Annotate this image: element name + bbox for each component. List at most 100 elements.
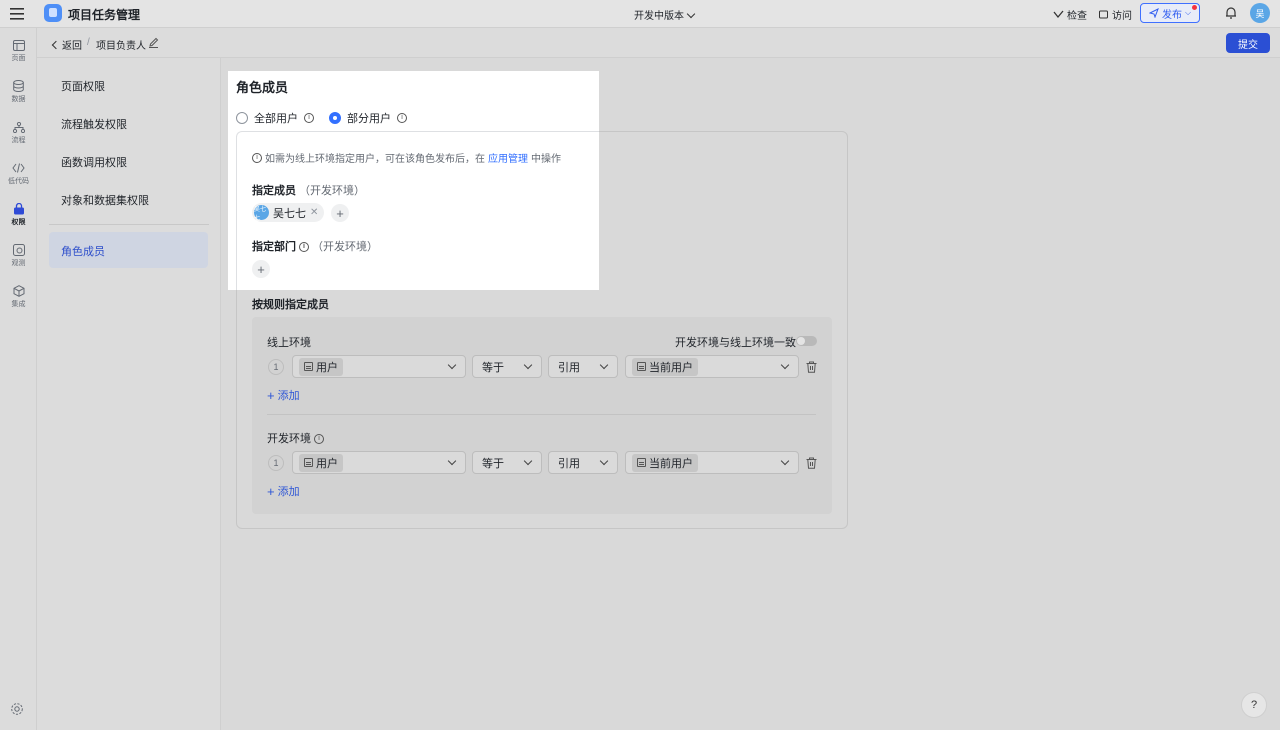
flow-icon xyxy=(12,120,26,134)
add-rule-dev-button[interactable]: + 添加 xyxy=(267,483,300,499)
info-icon: i xyxy=(252,152,262,163)
info-icon: i xyxy=(304,113,314,123)
plus-icon: + xyxy=(267,483,275,499)
role-name: 项目负责人 xyxy=(96,41,146,52)
table-icon xyxy=(637,458,646,467)
avatar[interactable]: 吴 xyxy=(1250,3,1270,23)
gear-icon[interactable] xyxy=(10,702,24,716)
chevron-down-icon xyxy=(523,360,533,370)
ref-value: 引用 xyxy=(558,457,580,470)
top-bar: 项目任务管理 开发中版本 检查 访问 发布 ⌵ 吴 xyxy=(0,0,1280,28)
edit-icon[interactable] xyxy=(148,37,159,48)
app-title: 项目任务管理 xyxy=(68,8,141,22)
value-select[interactable]: 当前用户 xyxy=(625,355,799,378)
radio-all-users[interactable]: 全部用户 i xyxy=(236,110,314,126)
info-icon: i xyxy=(314,434,324,445)
rule-index: 1 xyxy=(268,455,284,471)
chevron-down-icon xyxy=(780,456,790,466)
rail-label: 低代码 xyxy=(8,178,29,185)
radio-partial-users[interactable]: 部分用户 i xyxy=(329,110,407,126)
operator-value: 等于 xyxy=(482,457,504,470)
hint-suffix: 中操作 xyxy=(531,154,561,165)
rail-item-data[interactable]: 数据 xyxy=(0,79,37,115)
chevron-down-icon xyxy=(523,456,533,466)
value-text: 当前用户 xyxy=(649,457,693,470)
nav-item-role-members[interactable]: 角色成员 xyxy=(49,232,208,268)
nav-item-page-permission[interactable]: 页面权限 xyxy=(61,78,105,94)
database-icon xyxy=(12,79,26,93)
add-member-button[interactable]: + xyxy=(331,204,349,222)
add-department-button[interactable]: + xyxy=(252,260,270,278)
radio-circle-selected xyxy=(329,112,341,124)
plus-icon: + xyxy=(257,261,265,277)
role-members-panel: 角色成员 全部用户 i 部分用户 i i 如需为线上环境指定用户，可在该角色发布… xyxy=(228,71,599,290)
rail-label: 数据 xyxy=(11,96,26,103)
radio-label: 全部用户 xyxy=(254,113,298,125)
add-label: 添加 xyxy=(277,486,300,498)
rail-item-page[interactable]: 页面 xyxy=(0,38,37,74)
lock-icon xyxy=(12,202,26,216)
rail-item-integration[interactable]: 集成 xyxy=(0,284,37,320)
nav-item-object-permission[interactable]: 对象和数据集权限 xyxy=(61,192,149,208)
avatar: 吴七七 xyxy=(254,205,269,222)
nav-item-label: 角色成员 xyxy=(61,246,105,258)
dept-env: （开发环境） xyxy=(312,241,378,253)
members-label: 指定成员 （开发环境） xyxy=(252,182,365,198)
dev-env-label: 开发环境 i xyxy=(267,430,324,446)
version-dropdown[interactable]: 开发中版本 xyxy=(634,7,696,22)
nav-divider xyxy=(49,224,209,225)
back-button[interactable]: 返回 xyxy=(51,37,82,52)
breadcrumb-separator: / xyxy=(87,37,90,48)
bell-icon[interactable] xyxy=(1224,6,1238,20)
rail-item-lowcode[interactable]: 低代码 xyxy=(0,161,37,197)
ref-select[interactable]: 引用 xyxy=(548,451,618,474)
plus-icon: + xyxy=(336,205,344,221)
rail-label: 观测 xyxy=(11,260,26,267)
add-rule-online-button[interactable]: + 添加 xyxy=(267,387,300,403)
nav-item-flow-permission[interactable]: 流程触发权限 xyxy=(61,116,127,132)
chevron-down-icon: ⌵ xyxy=(1184,8,1192,17)
close-icon[interactable]: ✕ xyxy=(310,207,318,218)
visit-button[interactable]: 访问 xyxy=(1098,7,1132,22)
field-select[interactable]: 用户 xyxy=(292,451,466,474)
submit-button[interactable]: 提交 xyxy=(1226,33,1270,53)
rail-item-permission[interactable]: 权限 xyxy=(0,202,37,238)
rule-title: 按规则指定成员 xyxy=(252,299,329,311)
rule-divider xyxy=(267,414,816,415)
permission-nav: 页面权限 流程触发权限 函数调用权限 对象和数据集权限 角色成员 xyxy=(37,58,221,730)
rail-item-flow[interactable]: 流程 xyxy=(0,120,37,156)
rail-label: 页面 xyxy=(11,55,26,62)
check-button[interactable]: 检查 xyxy=(1053,7,1087,22)
field-select[interactable]: 用户 xyxy=(292,355,466,378)
app-management-link[interactable]: 应用管理 xyxy=(488,150,528,165)
operator-select[interactable]: 等于 xyxy=(472,355,542,378)
ref-select[interactable]: 引用 xyxy=(548,355,618,378)
check-icon xyxy=(1053,10,1064,19)
rail-label: 流程 xyxy=(11,137,26,144)
check-label: 检查 xyxy=(1067,11,1087,22)
rail-item-monitor[interactable]: 观测 xyxy=(0,243,37,279)
operator-select[interactable]: 等于 xyxy=(472,451,542,474)
value-tag: 当前用户 xyxy=(632,453,698,472)
visit-label: 访问 xyxy=(1112,11,1132,22)
operator-value: 等于 xyxy=(482,361,504,374)
publish-button[interactable]: 发布 ⌵ xyxy=(1140,3,1200,23)
trash-icon[interactable] xyxy=(806,457,817,469)
publish-label: 发布 xyxy=(1161,9,1182,21)
nav-item-function-permission[interactable]: 函数调用权限 xyxy=(61,154,127,170)
member-chip: 吴七七 吴七七 ✕ xyxy=(252,203,325,222)
value-select[interactable]: 当前用户 xyxy=(625,451,799,474)
visit-icon xyxy=(1099,10,1108,19)
dept-label: 指定部门 i （开发环境） xyxy=(252,238,378,254)
help-button[interactable]: ? xyxy=(1241,692,1267,718)
sync-toggle[interactable] xyxy=(796,336,817,346)
menu-icon[interactable] xyxy=(8,5,26,23)
chevron-down-icon xyxy=(686,9,696,19)
monitor-icon xyxy=(12,243,26,257)
app-logo xyxy=(44,4,62,22)
plus-icon: + xyxy=(267,387,275,403)
online-env-label: 线上环境 xyxy=(267,337,311,349)
trash-icon[interactable] xyxy=(806,361,817,373)
table-icon xyxy=(304,458,313,467)
chevron-left-icon xyxy=(51,40,61,49)
